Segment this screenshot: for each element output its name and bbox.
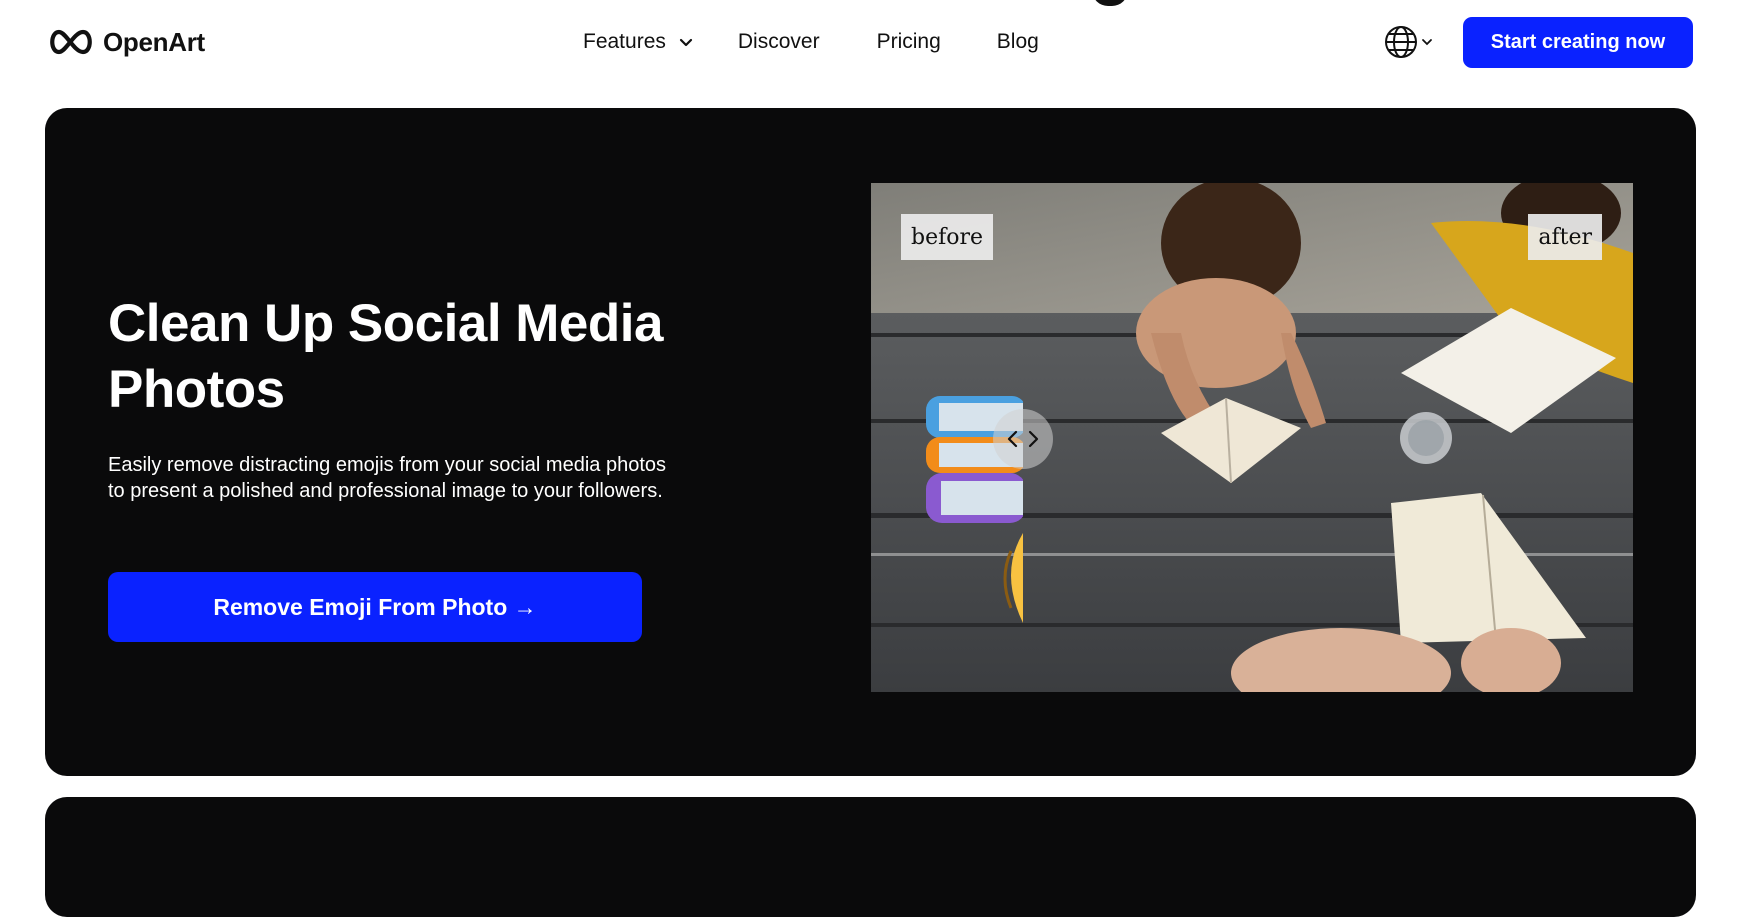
before-after-comparison[interactable]: before after — [871, 183, 1633, 692]
nav-links: Features Discover Pricing Blog — [583, 30, 1039, 54]
nav-blog-link[interactable]: Blog — [997, 30, 1039, 54]
hero-description: Easily remove distracting emojis from yo… — [108, 454, 666, 502]
nav-pricing-link[interactable]: Pricing — [877, 30, 941, 54]
next-section-card — [45, 797, 1696, 917]
chevron-right-icon — [1028, 430, 1039, 448]
start-creating-button[interactable]: Start creating now — [1463, 17, 1693, 68]
nav-discover-link[interactable]: Discover — [738, 30, 820, 54]
logo[interactable]: OpenArt — [47, 26, 205, 58]
nav-features-label: Features — [583, 30, 666, 53]
nav-features-dropdown[interactable]: Features — [583, 30, 694, 54]
hero-section: Clean Up Social Media Photos Easily remo… — [45, 108, 1696, 776]
chevron-left-icon — [1007, 430, 1018, 448]
globe-icon — [1385, 26, 1417, 58]
chevron-down-icon — [679, 38, 692, 47]
before-label: before — [901, 214, 994, 260]
language-selector[interactable] — [1383, 24, 1433, 60]
comparison-slider-handle[interactable] — [993, 409, 1053, 469]
hero-title: Clean Up Social Media Photos — [108, 294, 663, 419]
chevron-down-icon — [1422, 39, 1432, 46]
openart-logo-icon — [50, 29, 92, 55]
logo-text: OpenArt — [103, 26, 205, 57]
remove-emoji-button[interactable]: Remove Emoji From Photo → — [108, 572, 642, 642]
after-label: after — [1528, 214, 1602, 260]
top-navigation: OpenArt Features Discover Pricing Blog S… — [0, 0, 1751, 86]
